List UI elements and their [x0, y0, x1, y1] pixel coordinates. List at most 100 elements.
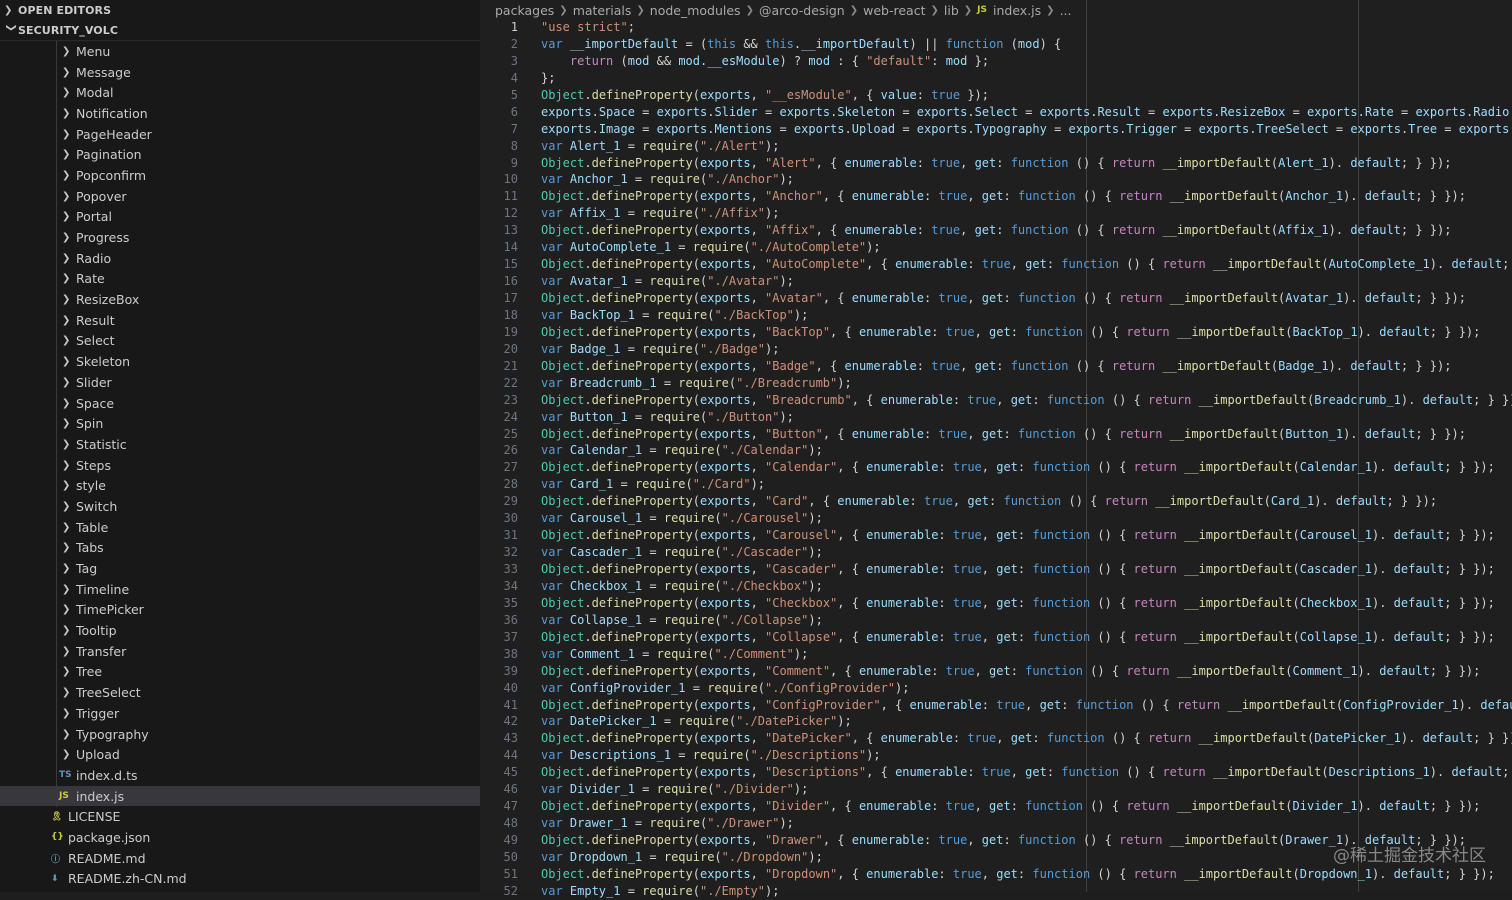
folder-item[interactable]: ❯ Space	[0, 393, 480, 414]
folder-item[interactable]: ❯ Progress	[0, 227, 480, 248]
line-text[interactable]: Object.defineProperty(exports, "Alert", …	[518, 155, 1451, 172]
code-line[interactable]: 38 var Comment_1 = require("./Comment");	[480, 646, 1512, 663]
code-line[interactable]: 41 Object.defineProperty(exports, "Config…	[480, 697, 1512, 714]
code-line[interactable]: 21 Object.defineProperty(exports, "Badge"…	[480, 358, 1512, 375]
line-text[interactable]: Object.defineProperty(exports, "BackTop"…	[518, 324, 1480, 341]
code-line[interactable]: 7 exports.Image = exports.Mentions = expo…	[480, 121, 1512, 138]
line-text[interactable]: var Card_1 = require("./Card");	[518, 476, 765, 493]
folder-item[interactable]: ❯ Statistic	[0, 434, 480, 455]
line-text[interactable]: var Anchor_1 = require("./Anchor");	[518, 171, 794, 188]
folder-item[interactable]: ❯ Select	[0, 331, 480, 352]
code-line[interactable]: 52 var Empty_1 = require("./Empty");	[480, 883, 1512, 900]
folder-item[interactable]: ❯ Skeleton	[0, 351, 480, 372]
line-text[interactable]: exports.Image = exports.Mentions = expor…	[518, 121, 1512, 138]
breadcrumb-segment[interactable]: node_modules	[650, 3, 741, 18]
line-text[interactable]: var Drawer_1 = require("./Drawer");	[518, 815, 794, 832]
code-line[interactable]: 28 var Card_1 = require("./Card");	[480, 476, 1512, 493]
line-text[interactable]: var Cascader_1 = require("./Cascader");	[518, 544, 823, 561]
code-line[interactable]: 9 Object.defineProperty(exports, "Alert",…	[480, 155, 1512, 172]
line-text[interactable]: var AutoComplete_1 = require("./AutoComp…	[518, 239, 881, 256]
line-text[interactable]: exports.Space = exports.Slider = exports…	[518, 104, 1512, 121]
line-text[interactable]: Object.defineProperty(exports, "Drawer",…	[518, 832, 1466, 849]
folder-item[interactable]: ❯ Menu	[0, 41, 480, 62]
code-line[interactable]: 22 var Breadcrumb_1 = require("./Breadcru…	[480, 375, 1512, 392]
folder-item[interactable]: ❯ style	[0, 475, 480, 496]
code-line[interactable]: 10 var Anchor_1 = require("./Anchor");	[480, 171, 1512, 188]
line-text[interactable]: var Avatar_1 = require("./Avatar");	[518, 273, 794, 290]
line-text[interactable]: Object.defineProperty(exports, "Affix", …	[518, 222, 1451, 239]
code-line[interactable]: 15 Object.defineProperty(exports, "AutoCo…	[480, 256, 1512, 273]
line-text[interactable]: var Divider_1 = require("./Divider");	[518, 781, 808, 798]
code-line[interactable]: 30 var Carousel_1 = require("./Carousel")…	[480, 510, 1512, 527]
code-line[interactable]: 39 Object.defineProperty(exports, "Commen…	[480, 663, 1512, 680]
line-text[interactable]: Object.defineProperty(exports, "AutoComp…	[518, 256, 1512, 273]
line-text[interactable]: Object.defineProperty(exports, "Checkbox…	[518, 595, 1495, 612]
folder-item[interactable]: ❯ Upload	[0, 744, 480, 765]
code-line[interactable]: 23 Object.defineProperty(exports, "Breadc…	[480, 392, 1512, 409]
folder-item[interactable]: ❯ Notification	[0, 103, 480, 124]
line-text[interactable]: Object.defineProperty(exports, "Breadcru…	[518, 392, 1512, 409]
folder-item[interactable]: ❯ Tag	[0, 558, 480, 579]
line-text[interactable]: Object.defineProperty(exports, "Card", {…	[518, 493, 1437, 510]
line-text[interactable]: "use strict";	[518, 19, 635, 36]
code-line[interactable]: 43 Object.defineProperty(exports, "DatePi…	[480, 730, 1512, 747]
code-line[interactable]: 19 Object.defineProperty(exports, "BackTo…	[480, 324, 1512, 341]
line-text[interactable]: var Badge_1 = require("./Badge");	[518, 341, 779, 358]
code-line[interactable]: 48 var Drawer_1 = require("./Drawer");	[480, 815, 1512, 832]
code-line[interactable]: 5 Object.defineProperty(exports, "__esMod…	[480, 87, 1512, 104]
code-line[interactable]: 40 var ConfigProvider_1 = require("./Conf…	[480, 680, 1512, 697]
folder-item[interactable]: ❯ Tabs	[0, 538, 480, 559]
code-line[interactable]: 2 var __importDefault = (this && this.__i…	[480, 36, 1512, 53]
breadcrumb-segment[interactable]: packages	[495, 3, 554, 18]
line-text[interactable]: Object.defineProperty(exports, "__esModu…	[518, 87, 989, 104]
folder-item[interactable]: ❯ PageHeader	[0, 124, 480, 145]
line-text[interactable]: Object.defineProperty(exports, "Badge", …	[518, 358, 1451, 375]
folder-item[interactable]: ❯ TreeSelect	[0, 682, 480, 703]
file-item[interactable]: TS index.d.ts	[0, 765, 480, 786]
code-line[interactable]: 35 Object.defineProperty(exports, "Checkb…	[480, 595, 1512, 612]
folder-item[interactable]: ❯ Modal	[0, 82, 480, 103]
code-line[interactable]: 51 Object.defineProperty(exports, "Dropdo…	[480, 866, 1512, 883]
line-text[interactable]: var DatePicker_1 = require("./DatePicker…	[518, 713, 852, 730]
line-text[interactable]: var Breadcrumb_1 = require("./Breadcrumb…	[518, 375, 852, 392]
folder-item[interactable]: ❯ Popover	[0, 186, 480, 207]
breadcrumb-segment[interactable]: materials	[573, 3, 632, 18]
line-text[interactable]: Object.defineProperty(exports, "Anchor",…	[518, 188, 1466, 205]
line-text[interactable]: Object.defineProperty(exports, "Calendar…	[518, 459, 1495, 476]
file-item[interactable]: 🎗 LICENSE	[0, 806, 480, 827]
line-text[interactable]: var Alert_1 = require("./Alert");	[518, 138, 779, 155]
line-text[interactable]: var BackTop_1 = require("./BackTop");	[518, 307, 808, 324]
line-text[interactable]: var Affix_1 = require("./Affix");	[518, 205, 779, 222]
breadcrumb-trail[interactable]: ...	[1060, 3, 1072, 18]
code-line[interactable]: 13 Object.defineProperty(exports, "Affix"…	[480, 222, 1512, 239]
line-text[interactable]: Object.defineProperty(exports, "Collapse…	[518, 629, 1495, 646]
breadcrumb-file[interactable]: index.js	[993, 3, 1041, 18]
code-line[interactable]: 44 var Descriptions_1 = require("./Descri…	[480, 747, 1512, 764]
code-line[interactable]: 32 var Cascader_1 = require("./Cascader")…	[480, 544, 1512, 561]
code-line[interactable]: 37 Object.defineProperty(exports, "Collap…	[480, 629, 1512, 646]
folder-item[interactable]: ❯ Pagination	[0, 144, 480, 165]
code-line[interactable]: 47 Object.defineProperty(exports, "Divide…	[480, 798, 1512, 815]
code-line[interactable]: 3 return (mod && mod.__esModule) ? mod :…	[480, 53, 1512, 70]
folder-item[interactable]: ❯ Switch	[0, 496, 480, 517]
line-text[interactable]: var Checkbox_1 = require("./Checkbox");	[518, 578, 823, 595]
file-item[interactable]: JS index.js	[0, 785, 480, 807]
folder-item[interactable]: ❯ Tree	[0, 662, 480, 683]
code-line[interactable]: 31 Object.defineProperty(exports, "Carous…	[480, 527, 1512, 544]
project-header[interactable]: ❯ SECURITY_VOLC	[0, 20, 480, 41]
line-text[interactable]: var Descriptions_1 = require("./Descript…	[518, 747, 881, 764]
file-item[interactable]: ⓘ README.md	[0, 848, 480, 869]
code-line[interactable]: 12 var Affix_1 = require("./Affix");	[480, 205, 1512, 222]
folder-item[interactable]: ❯ Popconfirm	[0, 165, 480, 186]
line-text[interactable]: var Carousel_1 = require("./Carousel");	[518, 510, 823, 527]
line-text[interactable]: Object.defineProperty(exports, "Button",…	[518, 426, 1466, 443]
code-line[interactable]: 1 "use strict";	[480, 19, 1512, 36]
folder-item[interactable]: ❯ Portal	[0, 207, 480, 228]
line-text[interactable]: var Calendar_1 = require("./Calendar");	[518, 442, 823, 459]
code-line[interactable]: 24 var Button_1 = require("./Button");	[480, 409, 1512, 426]
breadcrumb-segment[interactable]: @arco-design	[759, 3, 845, 18]
line-text[interactable]: var ConfigProvider_1 = require("./Config…	[518, 680, 910, 697]
code-line[interactable]: 25 Object.defineProperty(exports, "Button…	[480, 426, 1512, 443]
code-line[interactable]: 33 Object.defineProperty(exports, "Cascad…	[480, 561, 1512, 578]
line-text[interactable]: Object.defineProperty(exports, "Carousel…	[518, 527, 1495, 544]
